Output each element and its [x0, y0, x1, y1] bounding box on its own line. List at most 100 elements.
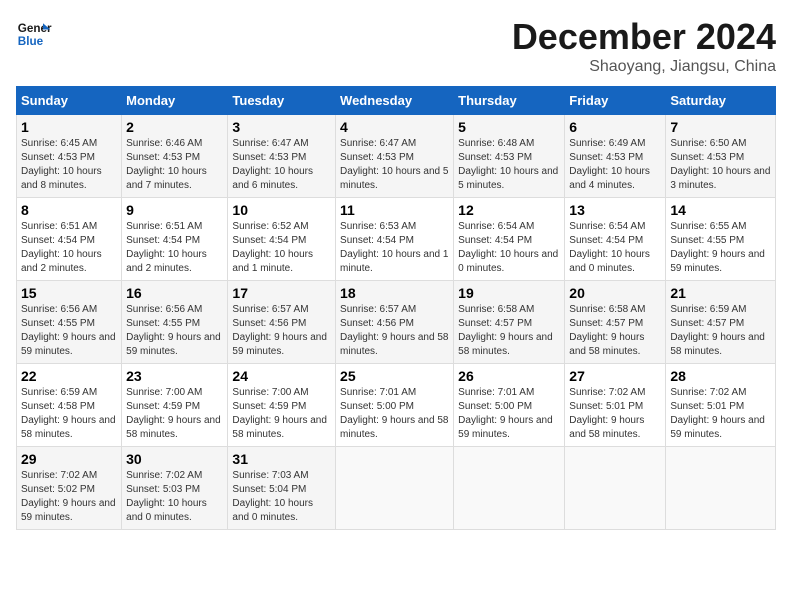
- calendar-cell: 11 Sunrise: 6:53 AMSunset: 4:54 PMDaylig…: [336, 198, 454, 281]
- day-number: 23: [126, 368, 223, 384]
- day-detail: Sunrise: 6:45 AMSunset: 4:53 PMDaylight:…: [21, 138, 102, 191]
- day-detail: Sunrise: 6:49 AMSunset: 4:53 PMDaylight:…: [569, 138, 650, 191]
- calendar-cell: 26 Sunrise: 7:01 AMSunset: 5:00 PMDaylig…: [454, 364, 565, 447]
- day-detail: Sunrise: 6:58 AMSunset: 4:57 PMDaylight:…: [569, 304, 645, 357]
- day-detail: Sunrise: 7:01 AMSunset: 5:00 PMDaylight:…: [340, 387, 448, 440]
- day-detail: Sunrise: 6:58 AMSunset: 4:57 PMDaylight:…: [458, 304, 553, 357]
- day-number: 17: [232, 285, 331, 301]
- day-number: 20: [569, 285, 661, 301]
- calendar-cell: 24 Sunrise: 7:00 AMSunset: 4:59 PMDaylig…: [228, 364, 336, 447]
- calendar-cell: 2 Sunrise: 6:46 AMSunset: 4:53 PMDayligh…: [122, 115, 228, 198]
- day-number: 12: [458, 202, 560, 218]
- day-number: 25: [340, 368, 449, 384]
- day-detail: Sunrise: 6:57 AMSunset: 4:56 PMDaylight:…: [232, 304, 327, 357]
- calendar-cell: 3 Sunrise: 6:47 AMSunset: 4:53 PMDayligh…: [228, 115, 336, 198]
- day-detail: Sunrise: 7:00 AMSunset: 4:59 PMDaylight:…: [126, 387, 221, 440]
- calendar-cell: 30 Sunrise: 7:02 AMSunset: 5:03 PMDaylig…: [122, 447, 228, 530]
- calendar-cell: 17 Sunrise: 6:57 AMSunset: 4:56 PMDaylig…: [228, 281, 336, 364]
- day-detail: Sunrise: 6:56 AMSunset: 4:55 PMDaylight:…: [21, 304, 116, 357]
- svg-text:Blue: Blue: [18, 35, 44, 48]
- calendar-table: SundayMondayTuesdayWednesdayThursdayFrid…: [16, 86, 776, 530]
- calendar-cell: 19 Sunrise: 6:58 AMSunset: 4:57 PMDaylig…: [454, 281, 565, 364]
- calendar-cell: 21 Sunrise: 6:59 AMSunset: 4:57 PMDaylig…: [666, 281, 776, 364]
- header-day-sunday: Sunday: [17, 87, 122, 115]
- day-number: 3: [232, 119, 331, 135]
- day-detail: Sunrise: 6:51 AMSunset: 4:54 PMDaylight:…: [21, 221, 102, 274]
- day-number: 18: [340, 285, 449, 301]
- header: General Blue December 2024 Shaoyang, Jia…: [16, 16, 776, 76]
- calendar-cell: 7 Sunrise: 6:50 AMSunset: 4:53 PMDayligh…: [666, 115, 776, 198]
- header-day-wednesday: Wednesday: [336, 87, 454, 115]
- calendar-cell: 16 Sunrise: 6:56 AMSunset: 4:55 PMDaylig…: [122, 281, 228, 364]
- logo-icon: General Blue: [16, 16, 52, 52]
- calendar-cell: 9 Sunrise: 6:51 AMSunset: 4:54 PMDayligh…: [122, 198, 228, 281]
- header-day-saturday: Saturday: [666, 87, 776, 115]
- day-detail: Sunrise: 6:53 AMSunset: 4:54 PMDaylight:…: [340, 221, 448, 274]
- day-detail: Sunrise: 6:59 AMSunset: 4:58 PMDaylight:…: [21, 387, 116, 440]
- calendar-cell: [336, 447, 454, 530]
- calendar-cell: 28 Sunrise: 7:02 AMSunset: 5:01 PMDaylig…: [666, 364, 776, 447]
- week-row-1: 1 Sunrise: 6:45 AMSunset: 4:53 PMDayligh…: [17, 115, 776, 198]
- day-number: 15: [21, 285, 117, 301]
- day-number: 30: [126, 451, 223, 467]
- day-detail: Sunrise: 6:50 AMSunset: 4:53 PMDaylight:…: [670, 138, 770, 191]
- day-number: 8: [21, 202, 117, 218]
- day-number: 2: [126, 119, 223, 135]
- day-detail: Sunrise: 7:03 AMSunset: 5:04 PMDaylight:…: [232, 470, 313, 523]
- day-detail: Sunrise: 6:51 AMSunset: 4:54 PMDaylight:…: [126, 221, 207, 274]
- calendar-cell: 1 Sunrise: 6:45 AMSunset: 4:53 PMDayligh…: [17, 115, 122, 198]
- calendar-cell: 20 Sunrise: 6:58 AMSunset: 4:57 PMDaylig…: [565, 281, 666, 364]
- calendar-cell: 6 Sunrise: 6:49 AMSunset: 4:53 PMDayligh…: [565, 115, 666, 198]
- day-number: 27: [569, 368, 661, 384]
- day-number: 1: [21, 119, 117, 135]
- day-detail: Sunrise: 7:02 AMSunset: 5:03 PMDaylight:…: [126, 470, 207, 523]
- day-number: 6: [569, 119, 661, 135]
- day-detail: Sunrise: 6:59 AMSunset: 4:57 PMDaylight:…: [670, 304, 765, 357]
- day-detail: Sunrise: 6:54 AMSunset: 4:54 PMDaylight:…: [569, 221, 650, 274]
- calendar-cell: 8 Sunrise: 6:51 AMSunset: 4:54 PMDayligh…: [17, 198, 122, 281]
- calendar-cell: 10 Sunrise: 6:52 AMSunset: 4:54 PMDaylig…: [228, 198, 336, 281]
- calendar-cell: 4 Sunrise: 6:47 AMSunset: 4:53 PMDayligh…: [336, 115, 454, 198]
- calendar-cell: 25 Sunrise: 7:01 AMSunset: 5:00 PMDaylig…: [336, 364, 454, 447]
- day-number: 13: [569, 202, 661, 218]
- calendar-cell: 5 Sunrise: 6:48 AMSunset: 4:53 PMDayligh…: [454, 115, 565, 198]
- day-detail: Sunrise: 6:57 AMSunset: 4:56 PMDaylight:…: [340, 304, 448, 357]
- day-detail: Sunrise: 7:02 AMSunset: 5:01 PMDaylight:…: [670, 387, 765, 440]
- location-title: Shaoyang, Jiangsu, China: [512, 58, 776, 76]
- day-number: 16: [126, 285, 223, 301]
- logo: General Blue: [16, 16, 52, 52]
- day-detail: Sunrise: 6:48 AMSunset: 4:53 PMDaylight:…: [458, 138, 558, 191]
- calendar-cell: 13 Sunrise: 6:54 AMSunset: 4:54 PMDaylig…: [565, 198, 666, 281]
- day-number: 28: [670, 368, 771, 384]
- day-number: 9: [126, 202, 223, 218]
- day-detail: Sunrise: 6:47 AMSunset: 4:53 PMDaylight:…: [232, 138, 313, 191]
- day-detail: Sunrise: 7:02 AMSunset: 5:02 PMDaylight:…: [21, 470, 116, 523]
- header-day-thursday: Thursday: [454, 87, 565, 115]
- calendar-cell: 22 Sunrise: 6:59 AMSunset: 4:58 PMDaylig…: [17, 364, 122, 447]
- day-detail: Sunrise: 7:02 AMSunset: 5:01 PMDaylight:…: [569, 387, 645, 440]
- header-day-friday: Friday: [565, 87, 666, 115]
- day-detail: Sunrise: 6:52 AMSunset: 4:54 PMDaylight:…: [232, 221, 313, 274]
- month-title: December 2024: [512, 16, 776, 58]
- day-number: 19: [458, 285, 560, 301]
- day-detail: Sunrise: 6:56 AMSunset: 4:55 PMDaylight:…: [126, 304, 221, 357]
- calendar-cell: 15 Sunrise: 6:56 AMSunset: 4:55 PMDaylig…: [17, 281, 122, 364]
- day-detail: Sunrise: 7:00 AMSunset: 4:59 PMDaylight:…: [232, 387, 327, 440]
- day-number: 29: [21, 451, 117, 467]
- calendar-cell: 14 Sunrise: 6:55 AMSunset: 4:55 PMDaylig…: [666, 198, 776, 281]
- calendar-cell: [565, 447, 666, 530]
- calendar-cell: [666, 447, 776, 530]
- day-number: 11: [340, 202, 449, 218]
- day-detail: Sunrise: 6:46 AMSunset: 4:53 PMDaylight:…: [126, 138, 207, 191]
- day-number: 4: [340, 119, 449, 135]
- day-number: 22: [21, 368, 117, 384]
- week-row-3: 15 Sunrise: 6:56 AMSunset: 4:55 PMDaylig…: [17, 281, 776, 364]
- calendar-cell: [454, 447, 565, 530]
- day-number: 26: [458, 368, 560, 384]
- header-day-tuesday: Tuesday: [228, 87, 336, 115]
- day-number: 21: [670, 285, 771, 301]
- calendar-header-row: SundayMondayTuesdayWednesdayThursdayFrid…: [17, 87, 776, 115]
- day-number: 31: [232, 451, 331, 467]
- day-detail: Sunrise: 6:54 AMSunset: 4:54 PMDaylight:…: [458, 221, 558, 274]
- day-number: 10: [232, 202, 331, 218]
